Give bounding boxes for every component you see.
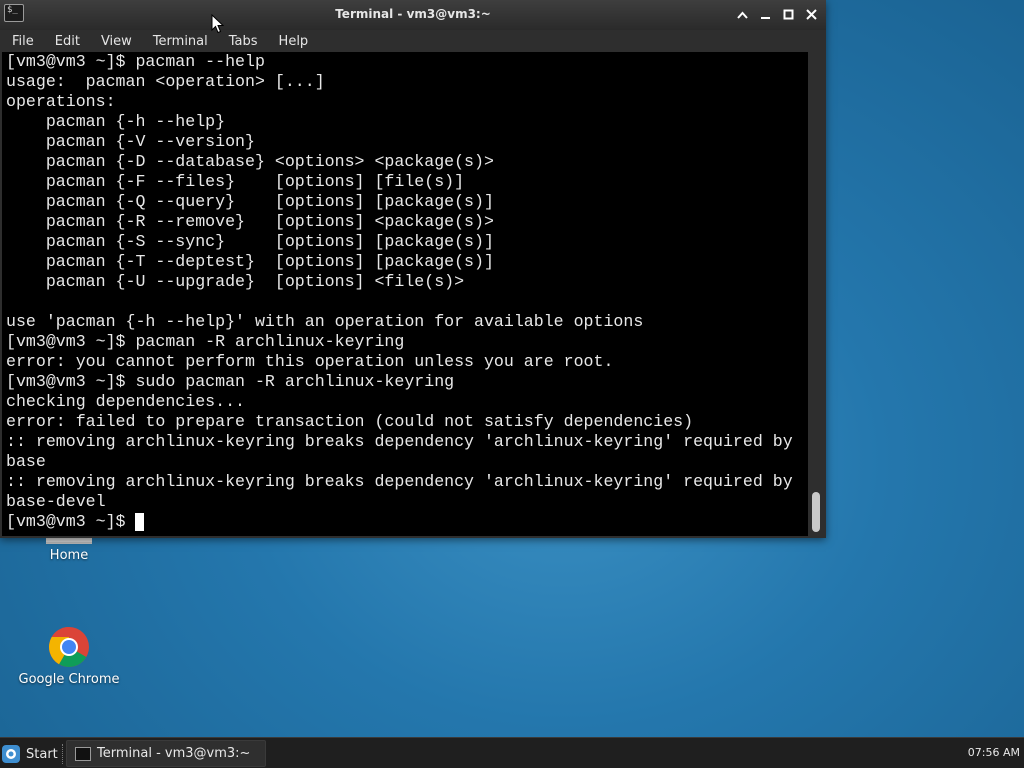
terminal-line: error: you cannot perform this operation… — [6, 352, 614, 371]
start-label: Start — [26, 746, 58, 762]
menu-terminal[interactable]: Terminal — [141, 34, 217, 49]
terminal-line: pacman {-Q --query} [options] [package(s… — [6, 192, 494, 211]
menu-tabs[interactable]: Tabs — [217, 34, 267, 49]
terminal-prompt: [vm3@vm3 ~]$ — [6, 512, 136, 531]
terminal-line: use 'pacman {-h --help}' with an operati… — [6, 312, 644, 331]
terminal-line: error: failed to prepare transaction (co… — [6, 412, 694, 431]
terminal-line: pacman {-R --remove} [options] <package(… — [6, 212, 494, 231]
terminal-line: [vm3@vm3 ~]$ pacman --help — [6, 52, 265, 71]
terminal-line: :: removing archlinux-keyring breaks dep… — [6, 432, 793, 451]
terminal-line: pacman {-h --help} — [6, 112, 226, 131]
taskbar-terminal-button[interactable]: Terminal - vm3@vm3:~ — [66, 740, 266, 767]
terminal-text: [vm3@vm3 ~]$ pacman --help usage: pacman … — [2, 52, 808, 532]
terminal-scrollbar[interactable] — [808, 52, 824, 536]
start-button[interactable]: Start — [2, 742, 58, 766]
terminal-line: base-devel — [6, 492, 106, 511]
window-titlebar[interactable]: $_ Terminal - vm3@vm3:~ — [0, 0, 826, 30]
window-controls — [734, 6, 820, 23]
desktop-icon-label: Google Chrome — [18, 672, 120, 687]
terminal-line: usage: pacman <operation> [...] — [6, 72, 325, 91]
terminal-prompt-line: [vm3@vm3 ~]$ — [6, 512, 808, 532]
taskbar-separator — [62, 744, 65, 764]
terminal-line: pacman {-F --files} [options] [file(s)] — [6, 172, 465, 191]
menu-view[interactable]: View — [89, 34, 141, 49]
terminal-line: [vm3@vm3 ~]$ pacman -R archlinux-keyring — [6, 332, 405, 351]
chrome-icon — [49, 627, 89, 667]
taskbar: Start Terminal - vm3@vm3:~ 07:56 AM — [0, 737, 1024, 768]
desktop-icon-google-chrome[interactable]: Google Chrome — [14, 626, 124, 687]
minimize-icon[interactable] — [757, 6, 774, 23]
terminal-app-icon — [75, 746, 91, 761]
terminal-line: base — [6, 452, 46, 471]
terminal-line: pacman {-T --deptest} [options] [package… — [6, 252, 494, 271]
menu-help[interactable]: Help — [267, 34, 318, 49]
terminal-line: pacman {-U --upgrade} [options] <file(s)… — [6, 272, 465, 291]
terminal-line: pacman {-S --sync} [options] [package(s)… — [6, 232, 494, 251]
menu-bar: File Edit View Terminal Tabs Help — [0, 30, 826, 52]
maximize-icon[interactable] — [780, 6, 797, 23]
task-button-label: Terminal - vm3@vm3:~ — [97, 746, 251, 761]
close-icon[interactable] — [803, 6, 820, 23]
terminal-line: pacman {-V --version} — [6, 132, 255, 151]
text-cursor — [135, 513, 145, 531]
terminal-output[interactable]: [vm3@vm3 ~]$ pacman --help usage: pacman … — [2, 52, 808, 536]
terminal-line: pacman {-D --database} <options> <packag… — [6, 152, 494, 171]
mouse-pointer-icon — [211, 14, 225, 34]
start-logo-icon — [2, 745, 20, 763]
desktop-icon-label: Home — [49, 548, 89, 563]
scrollbar-thumb[interactable] — [812, 492, 820, 532]
chevron-up-icon[interactable] — [734, 6, 751, 23]
clock: 07:56 AM — [967, 746, 1020, 759]
terminal-line: [vm3@vm3 ~]$ sudo pacman -R archlinux-ke… — [6, 372, 455, 391]
window-title: Terminal - vm3@vm3:~ — [335, 7, 491, 21]
menu-file[interactable]: File — [0, 34, 43, 49]
terminal-line: checking dependencies... — [6, 392, 245, 411]
terminal-line: :: removing archlinux-keyring breaks dep… — [6, 472, 793, 491]
terminal-window: $_ Terminal - vm3@vm3:~ File Edit View T… — [0, 0, 826, 538]
menu-edit[interactable]: Edit — [43, 34, 89, 49]
terminal-line: operations: — [6, 92, 116, 111]
